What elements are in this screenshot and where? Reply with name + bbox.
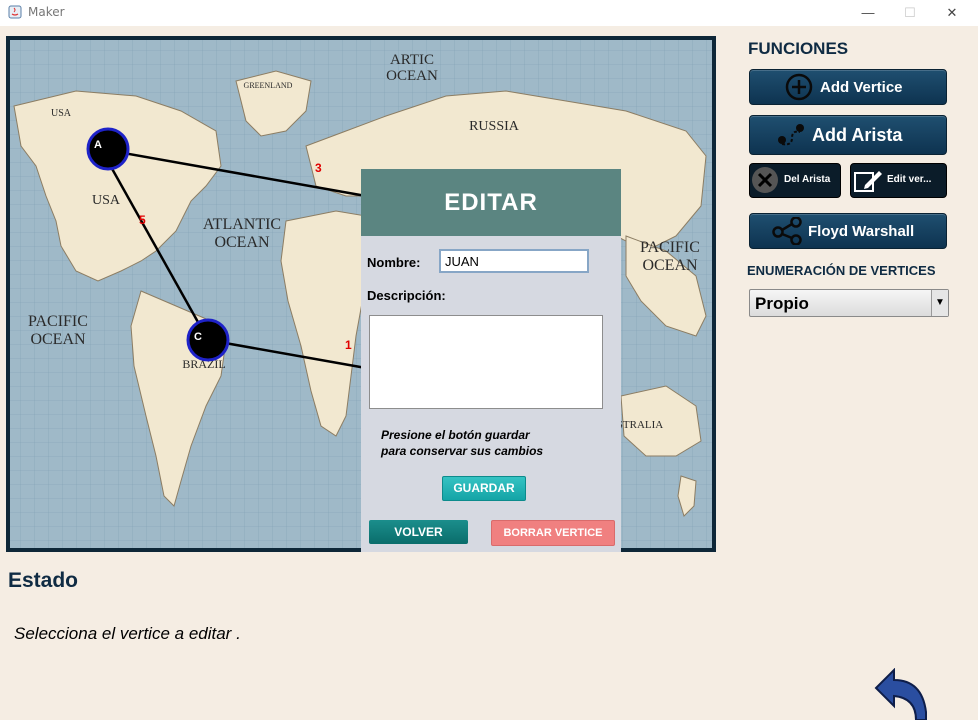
vertex-label: C [194, 331, 202, 343]
edge-weight-label: 3 [315, 161, 322, 175]
del-arista-label: Del Arista [784, 174, 831, 185]
window-titlebar: Maker — ☐ ✕ [0, 0, 978, 26]
edit-vertice-button[interactable]: Edit ver... [850, 163, 947, 198]
vertex-a[interactable]: A [86, 127, 130, 171]
map-label-pacific-left-1: PACIFIC [28, 313, 88, 330]
map-label-artic-2: OCEAN [386, 68, 438, 84]
hint-line-1: Presione el botón guardar [381, 428, 530, 442]
map-label-australia: STRALIA [617, 419, 664, 431]
edge-weight-label: 5 [139, 213, 146, 227]
map-label-artic-1: ARTIC [390, 52, 434, 68]
edit-icon [854, 171, 882, 192]
funciones-heading: FUNCIONES [748, 39, 849, 58]
enumeracion-select[interactable]: Propio ▼ [749, 289, 949, 317]
map-label-greenland: GREENLAND [244, 81, 293, 90]
vertex-c[interactable]: C [186, 318, 230, 362]
descripcion-label: Descripción: [367, 288, 446, 303]
maximize-button[interactable]: ☐ [890, 2, 930, 24]
map-label-usa: USA [92, 193, 121, 208]
editar-title: EDITAR [444, 189, 538, 216]
java-app-icon [8, 5, 22, 19]
add-vertice-button[interactable]: Add Vertice [749, 69, 947, 105]
nombre-input[interactable] [439, 249, 589, 273]
map-label-atlantic-1: ATLANTIC [203, 216, 281, 233]
minimize-button[interactable]: — [848, 2, 888, 24]
descripcion-textarea[interactable] [369, 315, 603, 409]
editar-header: EDITAR [361, 169, 621, 236]
volver-button[interactable]: VOLVER [369, 520, 468, 544]
edit-vertice-label: Edit ver... [887, 174, 932, 185]
chevron-down-icon[interactable]: ▼ [931, 290, 948, 316]
add-vertice-label: Add Vertice [820, 79, 903, 96]
map-label-russia: RUSSIA [469, 119, 520, 134]
estado-message: Selecciona el vertice a editar . [14, 624, 241, 643]
window-title: Maker [28, 5, 65, 19]
map-label-pacific-right-1: PACIFIC [640, 239, 700, 256]
map-label-pacific-right-2: OCEAN [642, 257, 698, 274]
borrar-vertice-button[interactable]: BORRAR VERTICE [491, 520, 615, 546]
close-button[interactable]: ✕ [932, 2, 972, 24]
floyd-warshall-button[interactable]: Floyd Warshall [749, 213, 947, 249]
editar-panel: EDITAR Nombre: Descripción: Presione el … [361, 169, 621, 552]
del-arista-button[interactable]: Del Arista [749, 163, 841, 198]
estado-heading: Estado [8, 569, 79, 592]
guardar-hint: Presione el botón guardar para conservar… [381, 427, 601, 459]
map-label-atlantic-2: OCEAN [214, 234, 270, 251]
add-arista-button[interactable]: Add Arista [749, 115, 947, 155]
enumeracion-selected-value: Propio [755, 294, 809, 313]
plus-circle-icon [785, 73, 813, 101]
enumeracion-heading: ENUMERACIÓN DE VERTICES [747, 263, 936, 278]
add-arista-label: Add Arista [812, 125, 903, 145]
hint-line-2: para conservar sus cambios [381, 444, 544, 458]
share-graph-icon [772, 217, 802, 245]
nombre-label: Nombre: [367, 255, 421, 270]
edge-weight-label: 1 [345, 338, 352, 352]
map-label-pacific-left-2: OCEAN [30, 331, 86, 348]
route-icon [778, 124, 804, 146]
back-arrow-icon[interactable] [872, 668, 932, 720]
map-label-usa-small: USA [51, 108, 72, 119]
guardar-button[interactable]: GUARDAR [442, 476, 526, 501]
vertex-label: A [94, 139, 102, 151]
floyd-warshall-label: Floyd Warshall [808, 223, 915, 240]
close-circle-icon [752, 167, 778, 193]
